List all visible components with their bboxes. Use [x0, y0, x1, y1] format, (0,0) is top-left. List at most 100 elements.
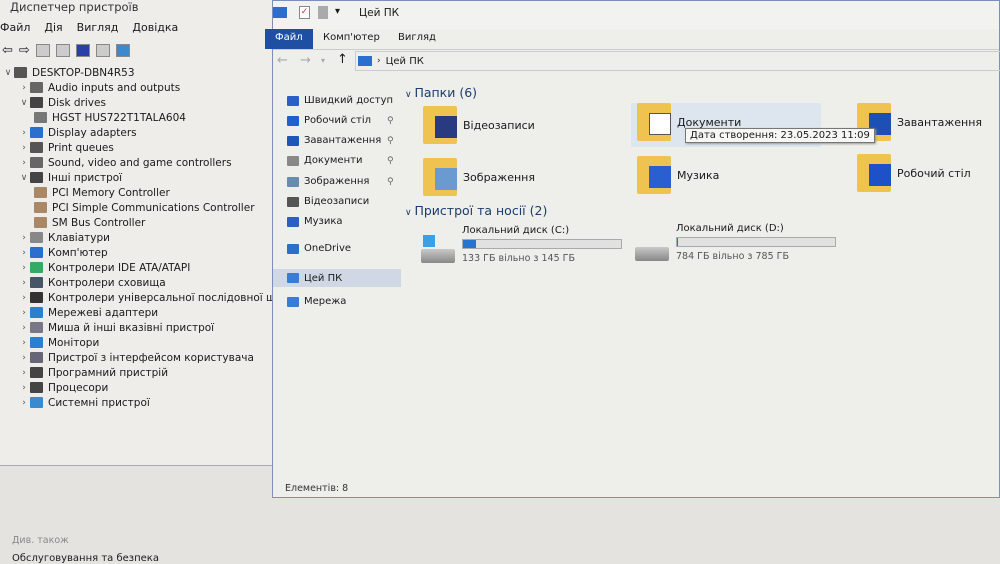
tab-computer[interactable]: Комп'ютер	[313, 29, 390, 49]
expand-chevron-icon[interactable]: ›	[18, 83, 30, 93]
menu-help[interactable]: Довідка	[132, 21, 178, 34]
tree-item[interactable]: › Програмний пристрій	[18, 365, 168, 380]
folder-item[interactable]: Робочий стіл	[857, 154, 971, 192]
expand-chevron-icon[interactable]: ›	[18, 323, 30, 333]
expand-chevron-icon[interactable]: ›	[18, 368, 30, 378]
nav-item[interactable]: Зображення⚲	[287, 176, 369, 187]
up-button[interactable]: ↑	[337, 52, 348, 67]
menu-file[interactable]: Файл	[0, 21, 30, 34]
tree-item[interactable]: ›Системні пристрої	[18, 395, 150, 410]
tree-item[interactable]: ›Монітори	[18, 335, 99, 350]
tree-item-label: Інші пристрої	[48, 172, 122, 184]
menu-action[interactable]: Дія	[44, 21, 62, 34]
nav-item[interactable]: Відеозаписи	[287, 196, 369, 207]
pin-icon[interactable]: ⚲	[387, 116, 394, 126]
folder-item[interactable]: Завантаження	[857, 103, 982, 141]
customize-quick-access-icon[interactable]: ▾	[335, 6, 340, 17]
expand-chevron-icon[interactable]: ›	[18, 158, 30, 168]
collapse-chevron-icon[interactable]: ∨	[2, 68, 14, 78]
back-icon[interactable]: ⇦	[2, 43, 13, 58]
recent-locations-button[interactable]: ▾	[321, 56, 325, 65]
expand-chevron-icon[interactable]: ›	[18, 338, 30, 348]
folder-label: Музика	[677, 169, 719, 182]
nav-item[interactable]: Документи⚲	[287, 155, 362, 166]
drive-free-space: 784 ГБ вільно з 785 ГБ	[676, 251, 789, 262]
tree-item[interactable]: ›Клавіатури	[18, 230, 110, 245]
expand-chevron-icon[interactable]: ›	[18, 233, 30, 243]
scan-hardware-icon[interactable]	[116, 44, 130, 57]
expand-chevron-icon[interactable]: ›	[18, 278, 30, 288]
tree-item[interactable]: ›Пристрої з інтерфейсом користувача	[18, 350, 254, 365]
pin-icon[interactable]: ⚲	[387, 136, 394, 146]
tree-item[interactable]: ›Audio inputs and outputs	[18, 80, 180, 95]
expand-chevron-icon[interactable]: ›	[18, 128, 30, 138]
forward-icon[interactable]: ⇨	[19, 43, 30, 58]
expand-chevron-icon[interactable]: ›	[18, 248, 30, 258]
nav-item[interactable]: OneDrive	[287, 243, 351, 254]
back-button[interactable]: ←	[277, 53, 288, 68]
folder-item[interactable]: Зображення	[423, 158, 535, 196]
nav-item[interactable]: Завантаження⚲	[287, 135, 381, 146]
nav-item[interactable]: Цей ПК	[273, 269, 401, 287]
properties-icon[interactable]	[36, 44, 50, 57]
nav-item-icon	[287, 217, 299, 227]
tree-item[interactable]: ›Sound, video and game controllers	[18, 155, 232, 170]
devices-section-header[interactable]: ∨ Пристрої та носії (2)	[405, 203, 547, 218]
folder-item[interactable]: Відеозаписи	[423, 106, 535, 144]
folder-item[interactable]: Музика	[637, 156, 719, 194]
tree-item[interactable]: ∨Disk drives	[18, 95, 106, 110]
nav-item-icon	[287, 96, 299, 106]
tab-file[interactable]: Файл	[265, 29, 313, 49]
pin-icon[interactable]: ⚲	[387, 177, 394, 187]
expand-chevron-icon[interactable]: ›	[18, 353, 30, 363]
nav-item[interactable]: Робочий стіл⚲	[287, 115, 371, 126]
tree-item[interactable]: ›Комп'ютер	[18, 245, 108, 260]
expand-chevron-icon[interactable]: ›	[18, 263, 30, 273]
collapse-chevron-icon[interactable]: ∨	[18, 98, 30, 108]
tree-item[interactable]: ›Процесори	[18, 380, 108, 395]
device-icon	[30, 157, 43, 168]
tree-item[interactable]: ›Контролери сховища	[18, 275, 166, 290]
folders-section-header[interactable]: ∨ Папки (6)	[405, 85, 477, 100]
nav-item[interactable]: Музика	[287, 216, 343, 227]
expand-chevron-icon[interactable]: ›	[18, 383, 30, 393]
status-bar-count: Елементів: 8	[285, 483, 348, 494]
device-icon	[30, 307, 43, 318]
tab-view[interactable]: Вигляд	[388, 29, 446, 49]
expand-chevron-icon[interactable]: ›	[18, 308, 30, 318]
tree-item[interactable]: SM Bus Controller	[34, 215, 145, 230]
tree-item[interactable]: ›Контролери універсальної послідовної ши…	[18, 290, 296, 305]
tree-item[interactable]: ›Print queues	[18, 140, 114, 155]
device-icon	[30, 97, 43, 108]
help-icon[interactable]	[76, 44, 90, 57]
tree-item-label: Програмний пристрій	[48, 367, 168, 379]
tree-item[interactable]: ›Display adapters	[18, 125, 137, 140]
update-driver-icon[interactable]	[56, 44, 70, 57]
expand-chevron-icon[interactable]: ›	[18, 293, 30, 303]
new-folder-quick-icon[interactable]	[318, 6, 328, 19]
view-icon[interactable]	[96, 44, 110, 57]
drive-item[interactable]: Локальний диск (D:)784 ГБ вільно з 785 Г…	[635, 223, 815, 268]
forward-button[interactable]: →	[300, 53, 311, 68]
tree-item[interactable]: ›Контролери IDE ATA/ATAPI	[18, 260, 190, 275]
expand-chevron-icon[interactable]: ›	[18, 398, 30, 408]
collapse-chevron-icon[interactable]: ∨	[18, 173, 30, 183]
device-icon	[30, 322, 43, 333]
address-bar[interactable]: › Цей ПК	[355, 51, 1000, 71]
nav-item[interactable]: Мережа	[287, 296, 346, 307]
pin-icon[interactable]: ⚲	[387, 156, 394, 166]
security-maintenance-link[interactable]: Обслуговування та безпека	[12, 553, 159, 564]
tree-item[interactable]: ›Мережеві адаптери	[18, 305, 158, 320]
tree-item[interactable]: ›Миша й інші вказівні пристрої	[18, 320, 214, 335]
menu-view[interactable]: Вигляд	[77, 21, 119, 34]
drive-item[interactable]: Локальний диск (C:)133 ГБ вільно з 145 Г…	[421, 225, 601, 270]
tree-item[interactable]: ∨ Інші пристрої	[18, 170, 122, 185]
tree-item[interactable]: ∨DESKTOP-DBN4R53	[2, 65, 135, 80]
tree-item[interactable]: HGST HUS722T1TALA604	[34, 110, 186, 125]
nav-item-label: Робочий стіл	[304, 115, 371, 126]
nav-item[interactable]: Швидкий доступ	[287, 95, 393, 106]
tree-item[interactable]: PCI Memory Controller	[34, 185, 170, 200]
tree-item[interactable]: PCI Simple Communications Controller	[34, 200, 255, 215]
properties-quick-icon[interactable]: ✓	[299, 6, 310, 19]
expand-chevron-icon[interactable]: ›	[18, 143, 30, 153]
